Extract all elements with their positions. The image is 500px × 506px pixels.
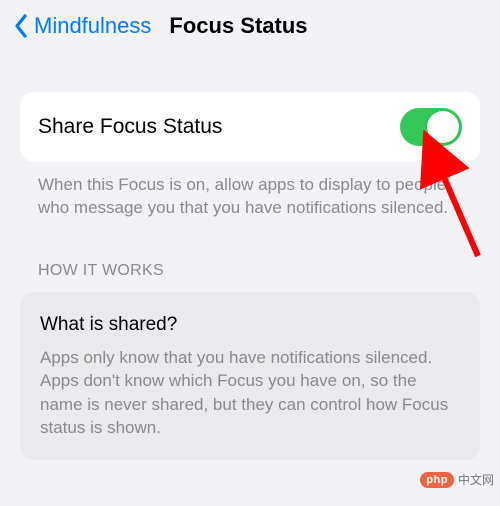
share-focus-status-toggle[interactable] (400, 108, 462, 146)
share-focus-status-description: When this Focus is on, allow apps to dis… (20, 162, 480, 220)
page-title: Focus Status (169, 13, 307, 39)
navbar: Mindfulness Focus Status (0, 0, 500, 54)
watermark-pill: php (420, 472, 454, 488)
back-chevron-icon[interactable] (12, 12, 30, 40)
share-focus-status-label: Share Focus Status (38, 115, 222, 139)
what-is-shared-title: What is shared? (40, 314, 460, 336)
how-it-works-header: HOW IT WORKS (20, 220, 480, 292)
share-focus-status-row: Share Focus Status (20, 92, 480, 162)
watermark-text: 中文网 (458, 471, 494, 488)
back-button[interactable]: Mindfulness (34, 13, 151, 39)
content: Share Focus Status When this Focus is on… (0, 54, 500, 460)
watermark: php 中文网 (420, 471, 494, 488)
what-is-shared-card: What is shared? Apps only know that you … (20, 292, 480, 460)
what-is-shared-body: Apps only know that you have notificatio… (40, 346, 460, 440)
toggle-knob (427, 111, 459, 143)
